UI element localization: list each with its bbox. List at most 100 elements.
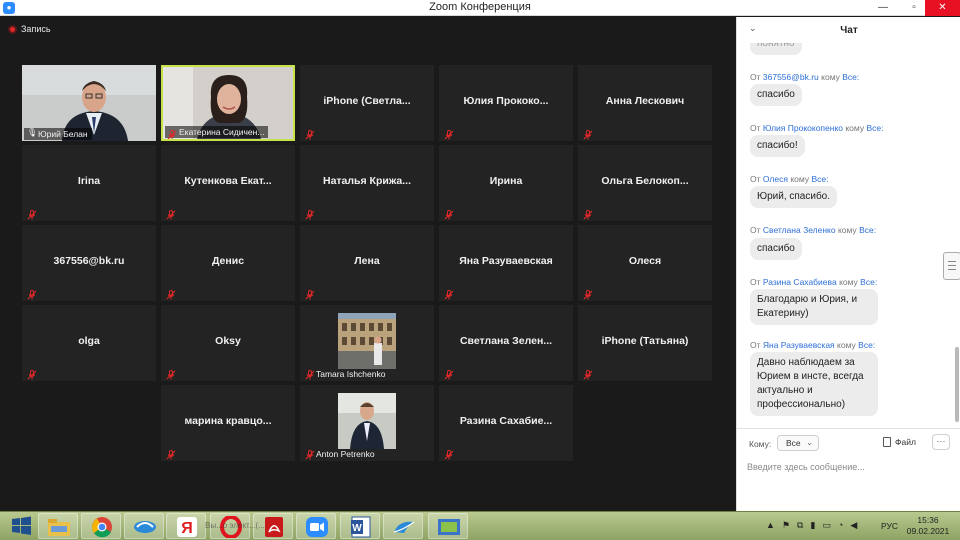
recipient-select[interactable]: Все ⌄ bbox=[777, 435, 819, 451]
zoom-app-icon[interactable] bbox=[296, 513, 336, 539]
participant-tile[interactable]: 367556@bk.ru bbox=[22, 225, 156, 301]
participant-tile[interactable]: Юрий Белан 🎙 bbox=[22, 65, 156, 141]
title-bar: ● Zoom Конференция — ▫ ✕ bbox=[0, 0, 960, 16]
recipient-name[interactable]: Все: bbox=[858, 340, 875, 350]
signal-icon[interactable]: ▮ bbox=[810, 520, 815, 531]
participant-tile[interactable]: iPhone (Светла... bbox=[300, 65, 434, 141]
chat-bubble: Юрий, спасибо. bbox=[750, 186, 838, 208]
participant-tile[interactable]: Юлия Прококо... bbox=[439, 65, 573, 141]
recipient-name[interactable]: Все: bbox=[811, 174, 828, 184]
muted-microphone-icon bbox=[444, 287, 454, 300]
to-label: кому bbox=[845, 123, 865, 133]
participant-tile[interactable]: Разина Сахабие... bbox=[439, 385, 573, 461]
participant-tile[interactable]: iPhone (Татьяна) bbox=[578, 305, 712, 381]
battery-icon[interactable]: ▭ bbox=[822, 520, 831, 531]
map-app-icon[interactable] bbox=[428, 513, 468, 539]
windows-start-icon[interactable] bbox=[2, 513, 42, 539]
file-explorer-icon[interactable] bbox=[38, 513, 78, 539]
recording-label: Запись bbox=[21, 24, 51, 34]
recipient-name[interactable]: Все: bbox=[866, 123, 883, 133]
clock-date: 09.02.2021 bbox=[906, 526, 950, 536]
participant-tile[interactable]: Кутенкова Екат... bbox=[161, 145, 295, 221]
participant-name: Кутенкова Екат... bbox=[184, 175, 272, 187]
chat-header: ⌄ Чат bbox=[737, 17, 960, 43]
chrome-icon[interactable] bbox=[81, 513, 121, 539]
sender-name[interactable]: Светлана Зеленко bbox=[763, 225, 836, 235]
muted-microphone-icon bbox=[583, 207, 593, 220]
participant-tile[interactable]: Денис bbox=[161, 225, 295, 301]
participant-name: Tamara Ishchenko bbox=[316, 369, 386, 379]
muted-microphone-icon bbox=[166, 367, 176, 380]
chat-bubble: понятно bbox=[750, 43, 802, 55]
recipient-name[interactable]: Все: bbox=[860, 277, 877, 287]
chevron-down-icon: ⌄ bbox=[806, 438, 813, 447]
participant-tile[interactable]: Екатерина Сидичен... bbox=[161, 65, 295, 141]
cloud-app-icon[interactable] bbox=[383, 513, 423, 539]
participant-tile[interactable]: Олеся bbox=[578, 225, 712, 301]
chat-scrollbar[interactable] bbox=[955, 347, 959, 422]
participant-tile[interactable]: Tamara Ishchenko bbox=[300, 305, 434, 381]
sender-name[interactable]: Олеся bbox=[763, 174, 788, 184]
more-options-button[interactable]: ··· bbox=[932, 434, 950, 450]
muted-microphone-icon bbox=[444, 127, 454, 140]
recipient-name[interactable]: Все: bbox=[859, 225, 876, 235]
volume-icon[interactable]: ◀ bbox=[850, 520, 857, 531]
participant-tile[interactable]: Наталья Крижа... bbox=[300, 145, 434, 221]
sender-name[interactable]: Юлия Прококопенко bbox=[763, 123, 843, 133]
chat-composer: Кому: Все ⌄ Файл ··· bbox=[737, 428, 960, 511]
sender-name[interactable]: Разина Сахабиева bbox=[763, 277, 837, 287]
participant-tile[interactable]: Irina bbox=[22, 145, 156, 221]
yandex-browser-icon[interactable]: Я bbox=[166, 513, 206, 539]
participant-tile[interactable]: olga bbox=[22, 305, 156, 381]
clock[interactable]: 15:36 09.02.2021 bbox=[905, 515, 951, 537]
participant-tile[interactable]: Anton Petrenko bbox=[300, 385, 434, 461]
participant-name: Олеся bbox=[628, 255, 662, 267]
file-button[interactable]: Файл bbox=[883, 437, 916, 447]
skype-icon[interactable] bbox=[124, 513, 164, 539]
participant-tile[interactable]: марина кравцо... bbox=[161, 385, 295, 461]
wifi-icon[interactable]: ◔ bbox=[838, 520, 843, 531]
muted-microphone-icon bbox=[27, 287, 37, 300]
participant-tile[interactable]: Ирина bbox=[439, 145, 573, 221]
network-icon[interactable]: ⧉ bbox=[797, 520, 803, 531]
participant-name: iPhone (Светла... bbox=[323, 95, 411, 107]
close-button[interactable]: ✕ bbox=[925, 0, 960, 16]
chat-messages[interactable]: понятно От 367556@bk.ru кому Все: спасибо… bbox=[737, 43, 953, 428]
word-icon[interactable]: W bbox=[340, 513, 380, 539]
minimize-button[interactable]: — bbox=[868, 0, 898, 16]
chevron-up-icon[interactable]: ▲ bbox=[766, 520, 775, 531]
profile-photo bbox=[338, 393, 396, 449]
muted-microphone-icon bbox=[305, 127, 315, 140]
sender-name[interactable]: Яна Разуваевская bbox=[763, 340, 835, 350]
message-input[interactable] bbox=[747, 459, 947, 475]
muted-microphone-icon bbox=[444, 367, 454, 380]
sender-name[interactable]: 367556@bk.ru bbox=[763, 72, 819, 82]
file-icon bbox=[883, 437, 891, 447]
participant-tile[interactable]: Светлана Зелен... bbox=[439, 305, 573, 381]
to-label: кому bbox=[837, 225, 857, 235]
message-meta: От Олеся кому Все: bbox=[750, 174, 828, 184]
participant-name: Яна Разуваевская bbox=[459, 255, 553, 267]
recipient-name[interactable]: Все: bbox=[842, 72, 859, 82]
message-meta: От Светлана Зеленко кому Все: bbox=[750, 225, 876, 235]
muted-microphone-icon bbox=[27, 207, 37, 220]
participant-tile[interactable]: Лена bbox=[300, 225, 434, 301]
chat-title: Чат bbox=[840, 25, 858, 36]
participant-tile[interactable]: Анна Лескович bbox=[578, 65, 712, 141]
message-meta: От Юлия Прококопенко кому Все: bbox=[750, 123, 883, 133]
message-meta: От 367556@bk.ru кому Все: bbox=[750, 72, 859, 82]
participant-name: Разина Сахабие... bbox=[459, 415, 553, 427]
recording-indicator[interactable]: Запись bbox=[8, 24, 51, 34]
participant-tile[interactable]: Ольга Белокоп... bbox=[578, 145, 712, 221]
taskbar: Я W Вы...о элект...(... ▲ ⚑ ⧉ ▮ ▭ ◔ ◀ РУС 15:36… bbox=[0, 511, 960, 540]
muted-microphone-icon bbox=[305, 367, 315, 380]
participant-tile[interactable]: Яна Разуваевская bbox=[439, 225, 573, 301]
language-indicator[interactable]: РУС bbox=[881, 521, 898, 531]
chat-bubble: спасибо bbox=[750, 238, 802, 260]
file-label: Файл bbox=[895, 437, 916, 447]
participant-tile[interactable]: Oksy bbox=[161, 305, 295, 381]
panel-grip-icon[interactable] bbox=[943, 252, 960, 280]
svg-text:Я: Я bbox=[181, 520, 193, 537]
message-meta: От Яна Разуваевская кому Все: bbox=[750, 340, 875, 350]
flag-icon[interactable]: ⚑ bbox=[782, 520, 790, 531]
